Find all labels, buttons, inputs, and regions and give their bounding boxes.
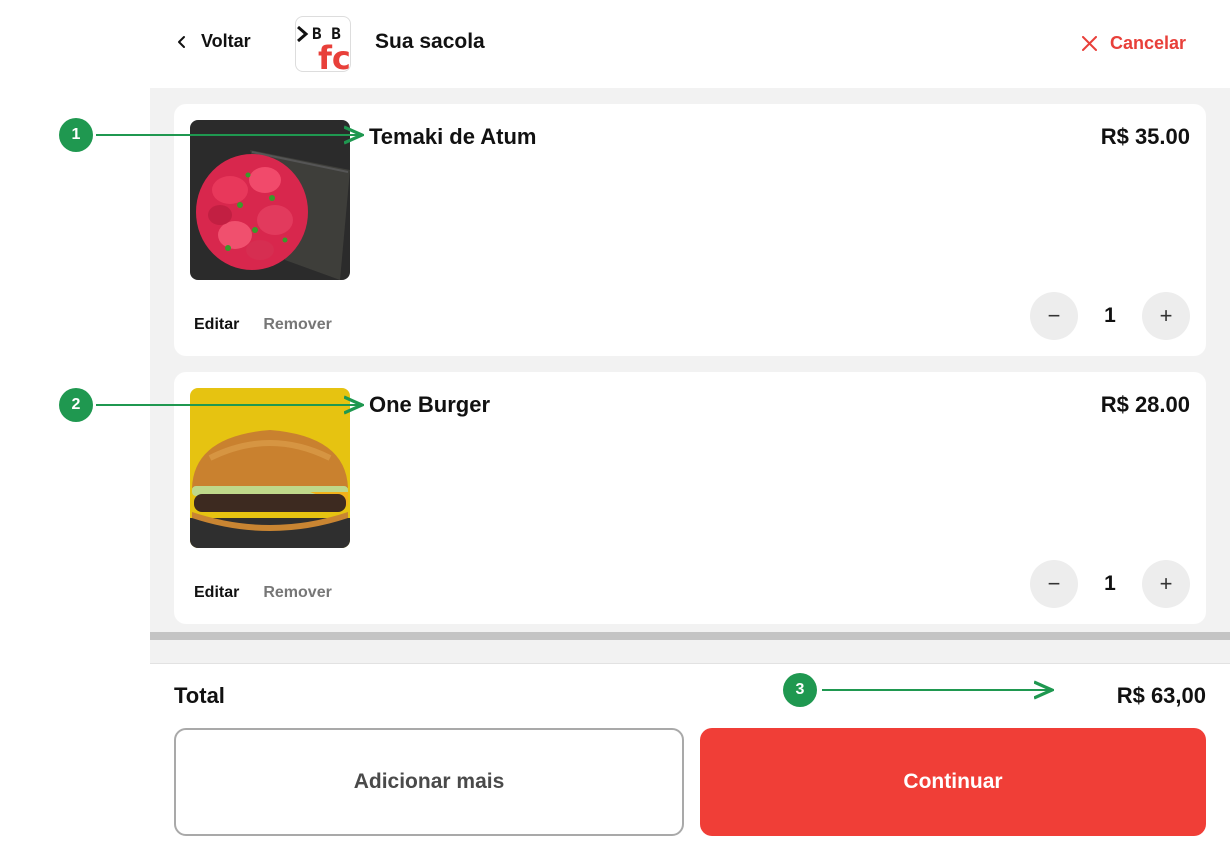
continue-button[interactable]: Continuar [700, 728, 1206, 836]
svg-text:fc: fc [318, 39, 351, 72]
decrease-button[interactable]: − [1030, 292, 1078, 340]
product-name: One Burger [369, 392, 491, 417]
quantity-stepper: − 1 + [1030, 292, 1190, 340]
horizontal-scrollbar[interactable] [150, 632, 1230, 640]
total-label: Total [174, 683, 225, 708]
total-value: R$ 63,00 [1116, 683, 1206, 708]
remove-button[interactable]: Remover [263, 584, 331, 602]
header-bar: Voltar B B fc Sua sacola Cancelar [150, 0, 1230, 88]
product-image-burger [190, 388, 350, 548]
add-more-button[interactable]: Adicionar mais [174, 728, 684, 836]
cart-item: Temaki de Atum R$ 35.00 Editar Remover −… [174, 104, 1206, 356]
item-actions: Editar Remover [194, 316, 332, 334]
product-image-temaki [190, 120, 350, 280]
cart-list: Temaki de Atum R$ 35.00 Editar Remover −… [150, 88, 1230, 632]
product-price: R$ 28.00 [1100, 392, 1190, 417]
quantity-value: 1 [1104, 304, 1116, 327]
cancel-label: Cancelar [1109, 33, 1186, 53]
edit-button[interactable]: Editar [194, 316, 239, 334]
page-title: Sua sacola [375, 30, 485, 53]
item-actions: Editar Remover [194, 584, 332, 602]
close-icon [1081, 36, 1097, 51]
annotation-badge-3: 3 [783, 673, 817, 707]
quantity-stepper: − 1 + [1030, 560, 1190, 608]
divider [150, 640, 1230, 664]
product-price: R$ 35.00 [1100, 124, 1190, 149]
edit-button[interactable]: Editar [194, 584, 239, 602]
quantity-value: 1 [1104, 572, 1116, 595]
annotation-badge-1: 1 [59, 118, 93, 152]
remove-button[interactable]: Remover [263, 316, 331, 334]
store-logo: B B fc [295, 16, 351, 72]
decrease-button[interactable]: − [1030, 560, 1078, 608]
annotation-badge-2: 2 [59, 388, 93, 422]
chevron-left-icon [178, 35, 185, 48]
back-label: Voltar [201, 31, 251, 51]
back-button[interactable]: Voltar [176, 31, 251, 52]
cancel-button[interactable]: Cancelar [1081, 33, 1186, 54]
cart-item: One Burger R$ 28.00 Editar Remover − 1 + [174, 372, 1206, 624]
product-name: Temaki de Atum [369, 124, 537, 149]
increase-button[interactable]: + [1142, 292, 1190, 340]
increase-button[interactable]: + [1142, 560, 1190, 608]
